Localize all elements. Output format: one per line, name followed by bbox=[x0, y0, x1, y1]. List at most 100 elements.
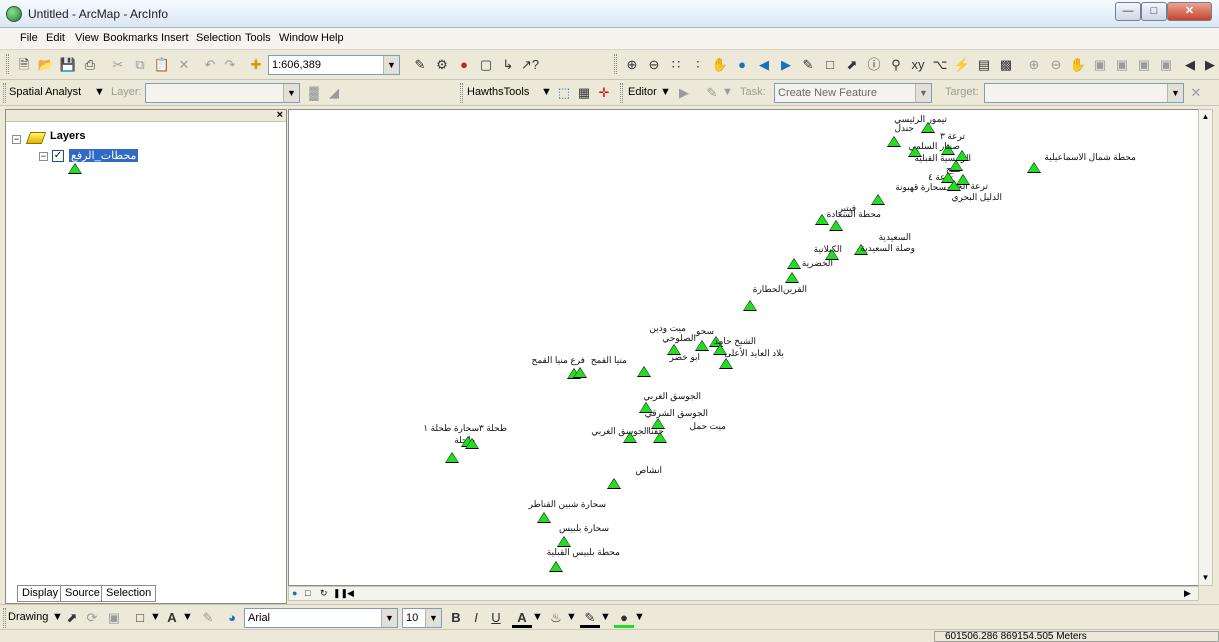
histogram-icon[interactable]: ▓ bbox=[304, 83, 324, 103]
editor-toolbar-icon[interactable]: ✎ bbox=[410, 55, 430, 75]
zoom-100-icon[interactable]: ▣ bbox=[1112, 55, 1132, 75]
rotate-icon[interactable]: ⟳ bbox=[82, 608, 102, 628]
map-point[interactable] bbox=[785, 272, 799, 283]
layer-visibility-checkbox[interactable]: ✓ bbox=[52, 150, 64, 162]
map-point[interactable] bbox=[743, 300, 757, 311]
minimize-button[interactable]: — bbox=[1115, 2, 1141, 21]
zoom-percent-icon[interactable]: ▣ bbox=[1156, 55, 1176, 75]
back-icon[interactable]: ◀ bbox=[754, 55, 774, 75]
map-point[interactable] bbox=[947, 180, 961, 191]
hyperlink-icon[interactable]: ⚡ bbox=[952, 55, 972, 75]
chevron-down-icon[interactable]: ▼ bbox=[1167, 84, 1183, 102]
identify-icon[interactable]: ⓘ bbox=[864, 55, 884, 75]
zoom-out-icon[interactable]: ⊖ bbox=[644, 55, 664, 75]
map-point[interactable] bbox=[887, 136, 901, 147]
arccatalog-icon[interactable]: ● bbox=[454, 55, 474, 75]
map-point[interactable] bbox=[921, 122, 935, 133]
editor-chevron-icon[interactable]: ▼ bbox=[660, 86, 671, 98]
select-elements-icon[interactable]: ⬈ bbox=[842, 55, 862, 75]
hawths-chevron-icon[interactable]: ▼ bbox=[541, 86, 552, 98]
menu-tools[interactable]: Tools bbox=[245, 32, 271, 44]
contour-icon[interactable]: ◢ bbox=[324, 83, 344, 103]
arctoolbox-icon[interactable]: ⚙ bbox=[432, 55, 452, 75]
select-features-icon[interactable]: ✎ bbox=[798, 55, 818, 75]
menu-edit[interactable]: Edit bbox=[46, 32, 65, 44]
map-point[interactable] bbox=[573, 367, 587, 378]
layout-pan-icon[interactable]: ✋ bbox=[1068, 55, 1088, 75]
forward-icon[interactable]: ▶ bbox=[776, 55, 796, 75]
pause-drawing-icon[interactable]: ❚❚ bbox=[333, 588, 348, 599]
map-view[interactable]: تيمور الرئيسي جندل ترعة ٣ صنبار السلمي ا… bbox=[288, 109, 1199, 586]
toolbar-grip[interactable] bbox=[6, 54, 9, 74]
map-point[interactable] bbox=[829, 220, 843, 231]
full-extent-icon[interactable]: ● bbox=[732, 55, 752, 75]
target-combo[interactable]: ▼ bbox=[984, 83, 1184, 103]
tab-selection[interactable]: Selection bbox=[101, 585, 157, 602]
new-document-icon[interactable]: 🗎 bbox=[14, 55, 34, 75]
chevron-down-icon[interactable]: ▼ bbox=[383, 56, 399, 74]
text-chevron-icon[interactable]: ▼ bbox=[182, 611, 193, 623]
add-data-icon[interactable]: ✚ bbox=[246, 55, 266, 75]
font-combo[interactable]: Arial ▼ bbox=[244, 608, 398, 628]
measure-icon[interactable]: ⌥ bbox=[930, 55, 950, 75]
scroll-up-icon[interactable]: ▲ bbox=[1199, 110, 1212, 124]
tab-display[interactable]: Display bbox=[17, 585, 64, 602]
marker-color-chevron-icon[interactable]: ▼ bbox=[634, 611, 645, 623]
spatial-analyst-chevron-icon[interactable]: ▼ bbox=[94, 86, 105, 98]
data-view-icon[interactable]: ● bbox=[292, 588, 297, 598]
print-icon[interactable]: ⎙ bbox=[80, 55, 100, 75]
rectangle-chevron-icon[interactable]: ▼ bbox=[150, 611, 161, 623]
font-size-combo[interactable]: 10 ▼ bbox=[402, 608, 442, 628]
map-point[interactable] bbox=[787, 258, 801, 269]
fill-color-icon[interactable]: ♨ bbox=[546, 608, 566, 628]
map-point[interactable] bbox=[949, 160, 963, 171]
map-vertical-scrollbar[interactable]: ▲ ▼ bbox=[1198, 109, 1213, 586]
triangle-symbol-icon[interactable] bbox=[68, 163, 82, 174]
layer-name-selected[interactable]: محطات_الرفع bbox=[69, 149, 139, 162]
zoom-to-elements-icon[interactable]: ▣ bbox=[104, 608, 124, 628]
tab-source[interactable]: Source bbox=[60, 585, 105, 602]
save-icon[interactable]: 💾 bbox=[58, 55, 78, 75]
line-color-icon[interactable]: ✎ bbox=[580, 608, 600, 628]
font-icon[interactable]: ◕ bbox=[222, 608, 242, 628]
paste-icon[interactable]: 📋 bbox=[152, 55, 172, 75]
chevron-down-icon[interactable]: ▼ bbox=[381, 609, 397, 627]
menu-help[interactable]: Help bbox=[321, 32, 344, 44]
fixed-zoom-in-icon[interactable]: ∷ bbox=[666, 55, 686, 75]
menu-selection[interactable]: Selection bbox=[196, 32, 241, 44]
close-icon[interactable]: × bbox=[277, 109, 283, 121]
layout-back-icon[interactable]: ◀ bbox=[1180, 55, 1200, 75]
toc-root-label[interactable]: Layers bbox=[50, 130, 85, 142]
text-tool-icon[interactable]: A bbox=[162, 608, 182, 628]
rectangle-tool-icon[interactable]: □ bbox=[130, 608, 150, 628]
select-box-icon[interactable]: ⬚ bbox=[554, 83, 574, 103]
toolbar-grip[interactable] bbox=[3, 83, 6, 103]
chevron-down-icon[interactable]: ▼ bbox=[283, 84, 299, 102]
map-point[interactable] bbox=[607, 478, 621, 489]
undo-icon[interactable]: ↶ bbox=[200, 55, 220, 75]
map-point[interactable] bbox=[557, 536, 571, 547]
map-scale-combo[interactable]: 1:606,389 ▼ bbox=[268, 55, 400, 75]
collapse-icon[interactable]: − bbox=[39, 152, 48, 161]
pan-icon[interactable]: ✋ bbox=[710, 55, 730, 75]
map-point[interactable] bbox=[1027, 162, 1041, 173]
toolbar-grip[interactable] bbox=[620, 83, 623, 103]
map-point[interactable] bbox=[871, 194, 885, 205]
command-line-icon[interactable]: ▢ bbox=[476, 55, 496, 75]
scroll-right-icon[interactable]: ▶ bbox=[1184, 588, 1191, 599]
chevron-down-icon[interactable]: ▼ bbox=[915, 84, 931, 102]
fixed-layout-zoom-icon[interactable]: ▣ bbox=[1134, 55, 1154, 75]
redo-icon[interactable]: ↷ bbox=[220, 55, 240, 75]
map-horizontal-scrollbar[interactable]: ● □ ↻ ❚❚ ◀ ▶ bbox=[288, 586, 1199, 601]
menu-insert[interactable]: Insert bbox=[161, 32, 189, 44]
zoom-in-icon[interactable]: ⊕ bbox=[622, 55, 642, 75]
delete-icon[interactable]: ✕ bbox=[174, 55, 194, 75]
refresh-icon[interactable]: ↻ bbox=[320, 588, 328, 599]
map-point[interactable] bbox=[815, 214, 829, 225]
cut-icon[interactable]: ✂ bbox=[108, 55, 128, 75]
map-point[interactable] bbox=[623, 432, 637, 443]
drawing-menu[interactable]: Drawing bbox=[8, 611, 48, 623]
menu-file[interactable]: File bbox=[20, 32, 38, 44]
italic-icon[interactable]: I bbox=[466, 608, 486, 628]
toolbar-grip[interactable] bbox=[614, 54, 617, 74]
